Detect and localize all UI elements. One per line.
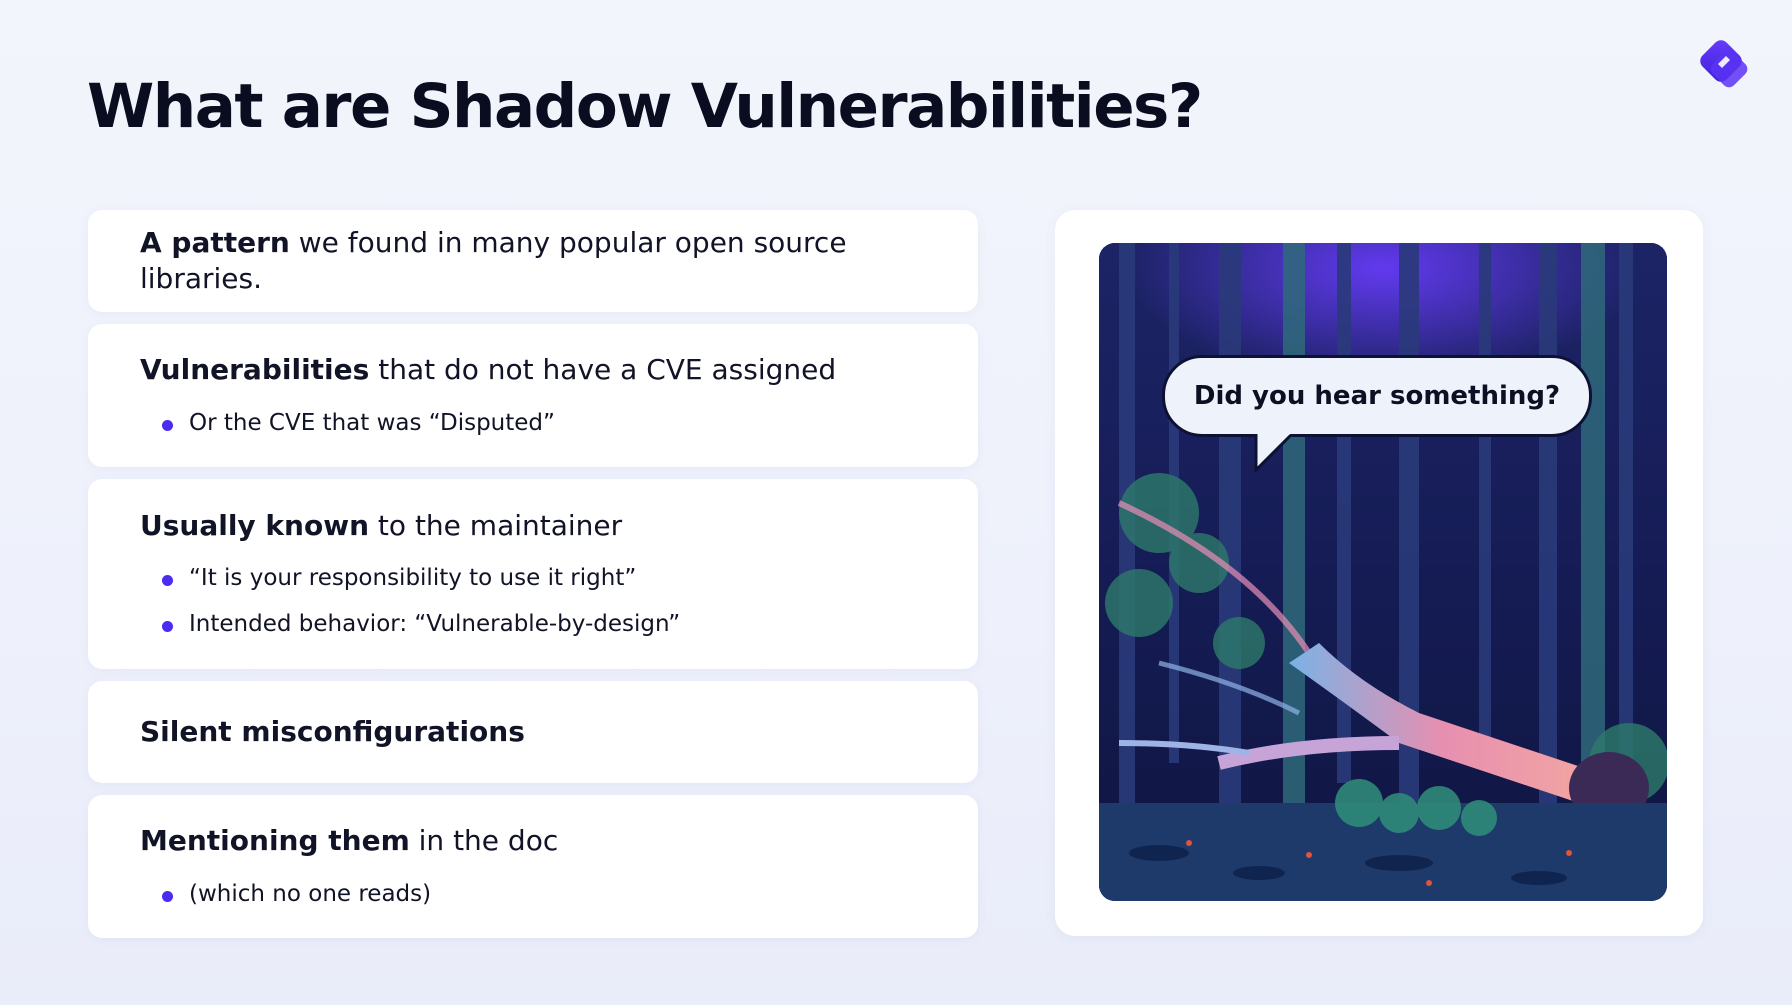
card-usually-known: Usually known to the maintainer “It is y… — [88, 479, 978, 669]
bullet-item: (which no one reads) — [162, 880, 926, 910]
speech-bubble: Did you hear something? — [1162, 355, 1592, 437]
slide-title: What are Shadow Vulnerabilities? — [87, 71, 1203, 142]
card-heading-bold: Silent misconfigurations — [140, 714, 525, 748]
card-heading: Usually known to the maintainer — [140, 508, 926, 544]
brand-logo-icon — [1700, 40, 1748, 88]
card-heading: Silent misconfigurations — [140, 714, 926, 750]
card-heading: Mentioning them in the doc — [140, 823, 926, 859]
bullet-cards: A pattern we found in many popular open … — [88, 210, 978, 950]
card-pattern: A pattern we found in many popular open … — [88, 210, 978, 312]
card-heading-bold: Vulnerabilities — [140, 353, 370, 387]
card-heading-bold: Usually known — [140, 508, 370, 542]
bullet-list: (which no one reads) — [140, 868, 926, 910]
forest-illustration: Did you hear something? — [1099, 243, 1667, 901]
bullet-item: “It is your responsibility to use it rig… — [162, 564, 926, 594]
card-mentioning: Mentioning them in the doc (which no one… — [88, 795, 978, 938]
bullet-item: Intended behavior: “Vulnerable-by-design… — [162, 610, 926, 640]
illustration-card: Did you hear something? — [1055, 210, 1703, 936]
bullet-item: Or the CVE that was “Disputed” — [162, 409, 926, 439]
card-heading-bold: Mentioning them — [140, 824, 410, 858]
bullet-list: “It is your responsibility to use it rig… — [140, 552, 926, 640]
forest-fallen-tree-illustration — [1099, 243, 1667, 901]
card-heading-text: in the doc — [409, 824, 559, 858]
card-heading: Vulnerabilities that do not have a CVE a… — [140, 352, 926, 388]
speech-bubble-tail — [1254, 432, 1292, 472]
card-vulnerabilities: Vulnerabilities that do not have a CVE a… — [88, 324, 978, 467]
card-silent-misconfigurations: Silent misconfigurations — [88, 681, 978, 783]
card-heading-bold: A pattern — [140, 225, 290, 259]
card-heading-text: that do not have a CVE assigned — [369, 353, 837, 387]
card-heading: A pattern we found in many popular open … — [140, 225, 926, 298]
card-heading-text: to the maintainer — [369, 508, 623, 542]
bullet-list: Or the CVE that was “Disputed” — [140, 397, 926, 439]
